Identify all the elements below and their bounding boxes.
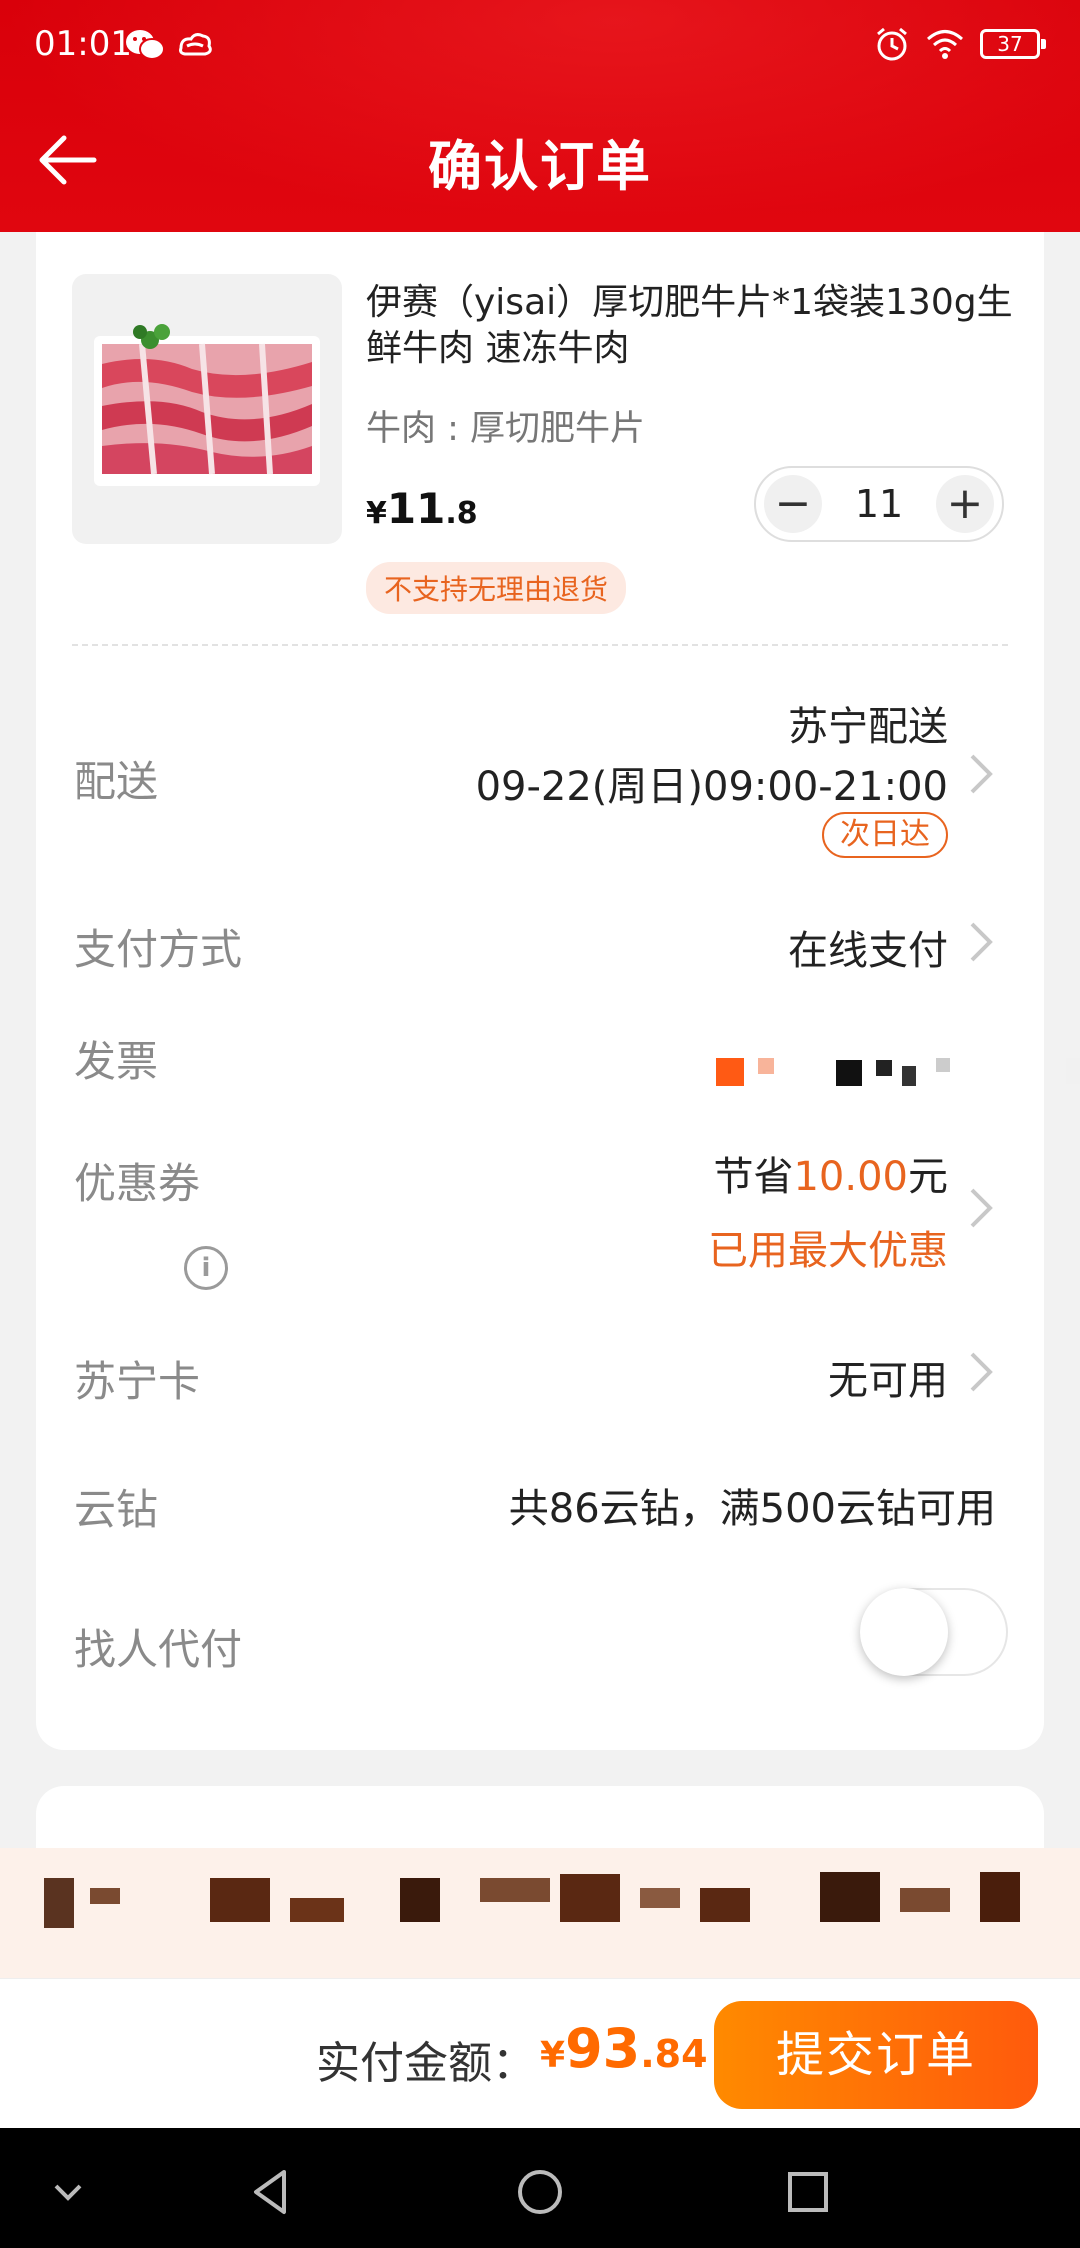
increase-button[interactable]: + [935,475,994,533]
suning-card-value[interactable]: 无可用 [828,1348,948,1406]
chevron-right-icon[interactable] [966,920,996,964]
pay-integer: 93 [565,2017,641,2080]
chevron-right-icon[interactable] [966,752,996,796]
quantity-stepper: − 11 + [754,466,1004,542]
info-icon[interactable]: i [184,1246,228,1290]
checkout-bar: 实付金额： ¥93.84 提交订单 [0,1978,1080,2128]
product-image[interactable] [72,274,342,544]
nav-home-icon[interactable] [512,2164,568,2220]
cloud-diamond-value: 共86云钻，满500云钻可用 [508,1486,996,1532]
chevron-right-icon[interactable] [966,1350,996,1394]
invoice-value-obscured[interactable] [716,1050,1080,1086]
toggle-knob [860,1588,948,1676]
product-price: ¥11.8 [366,484,478,533]
pay-currency: ¥ [540,2035,566,2076]
battery-icon: 37 [980,29,1046,59]
pay-amount: ¥93.84 [540,2017,708,2080]
header: 01:01 37 确认订单 [0,0,1080,232]
coupon-save-suffix: 元 [908,1154,948,1200]
payment-value[interactable]: 在线支付 [788,918,948,976]
invoice-label: 发票 [74,1037,159,1086]
pay-decimal: .84 [640,2032,708,2076]
coupon-save-prefix: 节省 [713,1154,794,1200]
status-time: 01:01 [34,24,132,64]
cloud-icon [179,33,212,56]
decrease-button[interactable]: − [764,475,822,533]
price-decimal: .8 [445,496,478,531]
coupon-savings[interactable]: 节省10.00元 [713,1144,948,1202]
pay-amount-label: 实付金额： [316,2038,536,2089]
divider [72,644,1008,646]
nav-back-icon[interactable] [244,2164,300,2220]
delivery-provider[interactable]: 苏宁配送 [788,694,948,752]
system-nav-bar [0,2128,1080,2248]
page-title: 确认订单 [428,135,652,198]
payment-label: 支付方式 [74,925,243,974]
delivery-label: 配送 [74,757,159,806]
quantity-value[interactable]: 11 [855,482,903,526]
coupon-save-amount: 10.00 [793,1154,908,1200]
pay-for-me-toggle[interactable] [860,1588,1008,1676]
nav-recents-icon[interactable] [780,2164,836,2220]
no-return-tag: 不支持无理由退货 [366,562,627,614]
wechat-icon [126,30,165,60]
next-day-tag: 次日达 [822,812,948,858]
status-bar: 01:01 37 [0,0,1080,90]
notice-strip-obscured [0,1848,1080,1978]
product-title[interactable]: 伊赛（yisai）厚切肥牛片*1袋装130g生鲜牛肉 速冻牛肉 [366,280,1026,372]
delivery-time[interactable]: 09-22(周日)09:00-21:00 [476,754,948,812]
product-spec: 牛肉 : 厚切肥牛片 [366,409,646,449]
submit-order-button[interactable]: 提交订单 [714,2001,1038,2109]
price-integer: 11 [386,484,446,533]
coupon-label: 优惠券 [74,1159,201,1208]
pay-for-me-label: 找人代付 [74,1625,243,1674]
order-card: 伊赛（yisai）厚切肥牛片*1袋装130g生鲜牛肉 速冻牛肉 牛肉 : 厚切肥… [36,232,1080,1750]
coupon-note[interactable]: 已用最大优惠 [708,1218,948,1276]
cloud-diamond-label: 云钻 [74,1485,159,1534]
chevron-down-icon[interactable] [40,2164,96,2220]
beef-slices-image [94,324,320,486]
price-currency: ¥ [366,496,387,531]
wifi-icon [927,30,963,59]
suning-card-label: 苏宁卡 [74,1357,201,1406]
chevron-right-icon[interactable] [966,1186,996,1230]
alarm-icon [877,27,907,61]
